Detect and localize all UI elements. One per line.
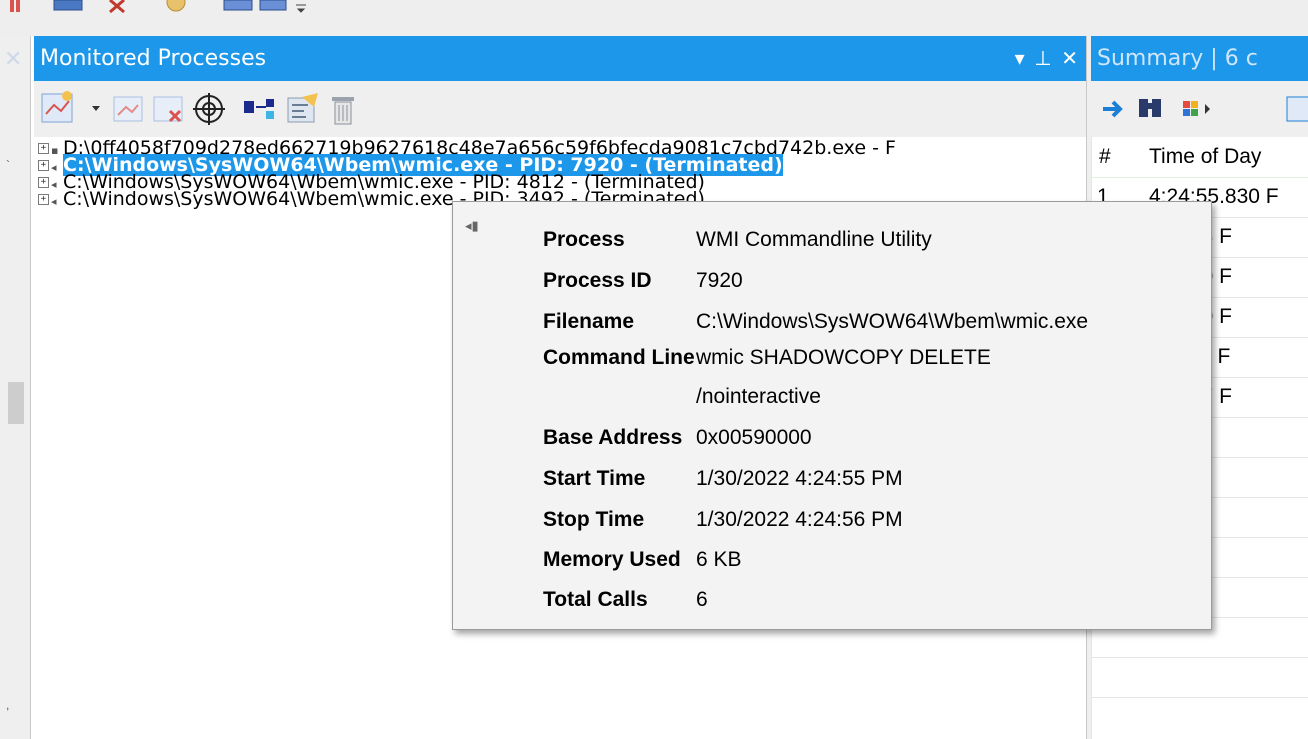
color-grid-icon[interactable] <box>1183 101 1198 116</box>
panel-title: Monitored Processes <box>40 46 267 71</box>
flow-icon[interactable] <box>244 99 274 119</box>
monitor-new-icon[interactable] <box>41 91 73 123</box>
window-icon[interactable] <box>53 0 83 11</box>
overflow-icon[interactable] <box>296 4 306 13</box>
expand-icon[interactable]: + <box>38 143 49 154</box>
tooltip-label: Process ID <box>543 269 652 292</box>
monitored-toolbar-icons <box>41 91 354 125</box>
summary-toolbar <box>1091 81 1308 137</box>
tooltip-value: WMI Commandline Utility <box>696 228 932 251</box>
filter-icon[interactable] <box>1286 96 1308 122</box>
pin-icon[interactable]: ⊥ <box>1027 48 1054 70</box>
left-close-icon[interactable]: ✕ <box>4 48 22 70</box>
expand-icon[interactable]: + <box>38 177 49 188</box>
column-header-number[interactable]: # <box>1099 137 1139 178</box>
expand-icon[interactable]: + <box>38 194 49 205</box>
pause-icon-bar <box>16 0 20 12</box>
dropdown-arrow[interactable] <box>92 106 100 111</box>
summary-header: Summary | 6 c <box>1091 36 1308 81</box>
left-dock-marker: , <box>6 698 10 712</box>
tooltip-value: 1/30/2022 4:24:55 PM <box>696 467 903 490</box>
tooltip-value: 1/30/2022 4:24:56 PM <box>696 508 903 531</box>
close-icon[interactable]: ✕ <box>1054 48 1080 70</box>
tooltip-label: Base Address <box>543 426 683 449</box>
monitored-toolbar <box>34 81 1086 137</box>
process-icon: ◂ <box>51 195 57 208</box>
tooltip-value: 7920 <box>696 269 743 292</box>
divider <box>1091 697 1308 698</box>
tooltip-label: Stop Time <box>543 508 645 531</box>
tooltip-label: Filename <box>543 310 635 333</box>
main-toolbar-icons <box>10 0 306 14</box>
tooltip-value: C:\Windows\SysWOW64\Wbem\wmic.exe <box>696 310 1089 333</box>
expand-icon[interactable]: + <box>38 160 49 171</box>
summary-toolbar-icons <box>1103 96 1308 122</box>
monitor-icon[interactable] <box>113 96 143 122</box>
process-tooltip: ◂▮ Process WMI Commandline Utility Proce… <box>452 201 1212 630</box>
tooltip-value: 6 <box>696 588 708 611</box>
target-icon[interactable] <box>193 93 225 125</box>
refresh-icon[interactable] <box>223 0 253 11</box>
monitored-processes-header: Monitored Processes ▾ ⊥ ✕ <box>34 36 1086 81</box>
tooltip-value: 0x00590000 <box>696 426 812 449</box>
panel-controls[interactable]: ▾ ⊥ ✕ <box>1015 46 1080 71</box>
chevron-right-icon[interactable] <box>1205 104 1210 114</box>
panel-menu-icon[interactable]: ▾ <box>1015 48 1027 70</box>
tooltip-label: Command Line <box>543 346 695 369</box>
main-toolbar <box>0 0 1308 36</box>
column-header-time[interactable]: Time of Day <box>1149 137 1308 178</box>
left-dock-marker: ` <box>6 158 10 172</box>
divider <box>1091 657 1308 658</box>
tooltip-value-continued: /nointeractive <box>696 385 821 408</box>
process-icon: ◂▮ <box>465 218 479 233</box>
tools-icon[interactable] <box>109 0 125 14</box>
find-icon[interactable] <box>1139 99 1161 117</box>
remove-monitor-icon[interactable] <box>153 96 183 123</box>
tooltip-value: 6 KB <box>696 548 742 571</box>
tooltip-label: Start Time <box>543 467 646 490</box>
tooltip-value: wmic SHADOWCOPY DELETE <box>696 346 991 369</box>
tooltip-label: Process <box>543 228 625 251</box>
left-scrollbar-thumb[interactable] <box>8 382 24 424</box>
shield-icon[interactable] <box>166 0 186 12</box>
pause-icon[interactable] <box>10 0 14 12</box>
properties-icon[interactable] <box>287 93 318 123</box>
summary-tab[interactable]: Summary | 6 c <box>1097 46 1258 71</box>
tooltip-label: Memory Used <box>543 548 681 571</box>
trash-icon[interactable] <box>332 97 354 125</box>
tooltip-label: Total Calls <box>543 588 648 611</box>
help-icon[interactable] <box>259 0 287 11</box>
arrow-right-icon[interactable] <box>1103 100 1123 118</box>
